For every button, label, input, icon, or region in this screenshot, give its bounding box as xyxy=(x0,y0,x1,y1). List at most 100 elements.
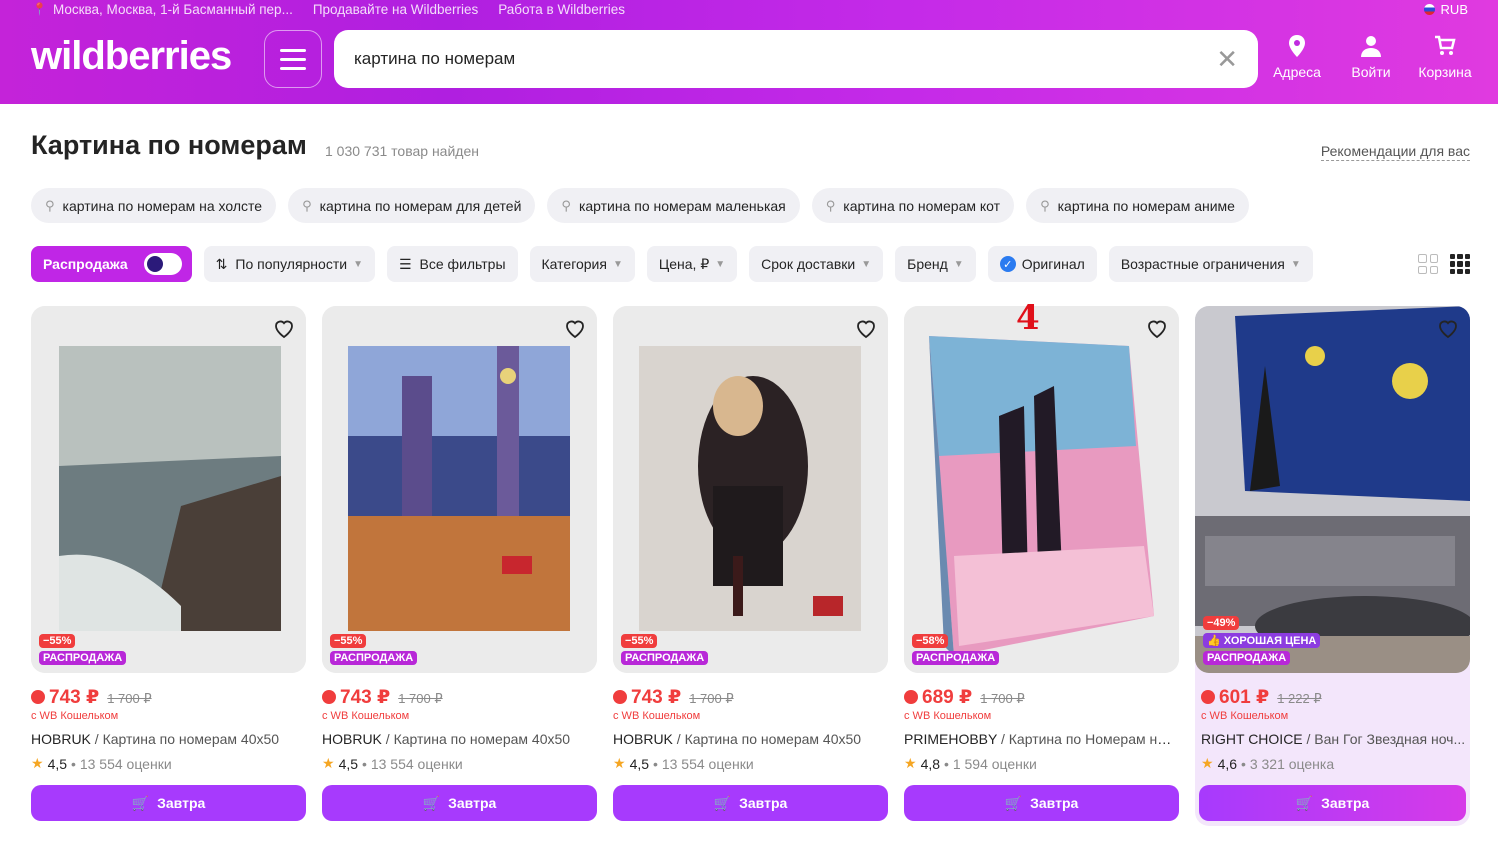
heart-icon[interactable] xyxy=(1436,316,1460,340)
addresses-label: Адреса xyxy=(1273,64,1321,80)
top-line: 📍 Москва, Москва, 1-й Басманный пер... П… xyxy=(32,0,645,18)
product-card[interactable]: −55% РАСПРОДАЖА 743 ₽ 1 700 ₽ с WB Кошель… xyxy=(613,306,888,826)
old-price: 1 222 ₽ xyxy=(1277,691,1322,706)
title: / Картина по номерам 40х50 xyxy=(381,731,571,747)
sort-icon: ⇅ xyxy=(215,255,228,272)
star-icon: ★ xyxy=(322,755,335,771)
sell-link[interactable]: Продавайте на Wildberries xyxy=(313,2,478,17)
chevron-down-icon: ▼ xyxy=(353,258,363,270)
badges: −49% 👍 ХОРОШАЯ ЦЕНА РАСПРОДАЖА xyxy=(1203,616,1321,665)
star-icon: ★ xyxy=(904,755,917,771)
search-icon: ⚲ xyxy=(825,197,836,213)
suggestion-chip[interactable]: ⚲ картина по номерам для детей xyxy=(288,188,536,223)
all-filters-button[interactable]: ☰ Все фильтры xyxy=(386,246,518,282)
rating-value: 4,5 xyxy=(629,755,650,772)
product-image[interactable]: −58% РАСПРОДАЖА xyxy=(904,306,1179,673)
discount-badge: −55% xyxy=(621,634,658,648)
star-icon: ★ xyxy=(31,755,44,771)
product-name[interactable]: HOBRUK / Картина по номерам 40х50 xyxy=(31,731,303,747)
header: 📍 Москва, Москва, 1-й Басманный пер... П… xyxy=(0,0,1498,104)
suggestion-chip[interactable]: ⚲ картина по номерам кот xyxy=(811,188,1015,223)
heart-icon[interactable] xyxy=(854,316,878,340)
price-filter[interactable]: Цена, ₽ ▼ xyxy=(646,246,738,282)
price: 743 ₽ xyxy=(49,687,100,708)
recommendations-sort[interactable]: Рекомендации для вас xyxy=(1320,143,1470,161)
product-name[interactable]: HOBRUK / Картина по номерам 40х50 xyxy=(613,731,885,747)
addresses-button[interactable]: Адреса xyxy=(1272,34,1322,80)
suggestion-chip[interactable]: ⚲ картина по номерам на холсте xyxy=(31,188,277,223)
logo[interactable]: wildberries xyxy=(31,34,232,78)
product-image[interactable]: −55% РАСПРОДАЖА xyxy=(613,306,888,673)
cart-button[interactable]: Корзина xyxy=(1418,34,1472,80)
price-row: 743 ₽ 1 700 ₽ xyxy=(322,686,443,709)
brand: HOBRUK xyxy=(613,731,673,747)
sale-badge: РАСПРОДАЖА xyxy=(39,651,127,665)
discount-badge: −55% xyxy=(39,634,76,648)
cart-icon: 🛒 xyxy=(131,794,150,811)
delivery-filter[interactable]: Срок доставки ▼ xyxy=(749,246,884,282)
chevron-down-icon: ▼ xyxy=(612,258,623,270)
badges: −55% РАСПРОДАЖА xyxy=(39,634,127,665)
rating: ★ 4,8 • 1 594 оценки xyxy=(904,755,1037,772)
product-name[interactable]: RIGHT CHOICE / Ван Гог Звездная ноч... xyxy=(1201,731,1473,747)
filter-bar: Распродажа ⇅ По популярности ▼ ☰ Все фильтр… xyxy=(31,246,1313,282)
rating-value: 4,6 xyxy=(1217,755,1238,772)
sale-toggle[interactable]: Распродажа xyxy=(31,246,192,282)
product-card[interactable]: −58% РАСПРОДАЖА 4 689 ₽ 1 700 ₽ с WB Коше… xyxy=(904,298,1179,826)
login-button[interactable]: Войти xyxy=(1346,34,1396,80)
cart-icon: 🛒 xyxy=(1004,794,1023,811)
rating: ★ 4,5 • 13 554 оценки xyxy=(613,755,754,772)
location-link[interactable]: Москва, Москва, 1-й Басманный пер... xyxy=(53,2,293,17)
category-filter[interactable]: Категория ▼ xyxy=(529,246,635,282)
brand-filter[interactable]: Бренд ▼ xyxy=(895,246,976,282)
price: 743 ₽ xyxy=(340,687,391,708)
wallet-note: с WB Кошельком xyxy=(322,710,410,722)
product-image[interactable]: −55% РАСПРОДАЖА xyxy=(31,306,306,673)
search-input[interactable] xyxy=(354,49,1217,69)
add-to-cart-button[interactable]: 🛒 Завтра xyxy=(322,785,597,821)
toggle-switch[interactable] xyxy=(143,253,182,275)
chevron-down-icon: ▼ xyxy=(1290,258,1301,270)
product-card[interactable]: −55% РАСПРОДАЖА 743 ₽ 1 700 ₽ с WB Кошель… xyxy=(31,306,306,826)
reviews-count: • 13 554 оценки xyxy=(71,755,172,772)
add-to-cart-button[interactable]: 🛒 Завтра xyxy=(1199,785,1466,821)
product-name[interactable]: PRIMEHOBBY / Картина по Номерам на ... xyxy=(904,731,1176,747)
reviews-count: • 13 554 оценки xyxy=(653,755,754,772)
original-filter[interactable]: ✓ Оригинал xyxy=(987,246,1097,282)
add-to-cart-button[interactable]: 🛒 Завтра xyxy=(613,785,888,821)
product-image[interactable]: −55% РАСПРОДАЖА xyxy=(322,306,597,673)
rating: ★ 4,5 • 13 554 оценки xyxy=(31,755,172,772)
sort-dropdown[interactable]: ⇅ По популярности ▼ xyxy=(203,246,375,282)
price-row: 601 ₽ 1 222 ₽ xyxy=(1201,686,1322,709)
russia-flag-icon xyxy=(1423,3,1435,15)
add-to-cart-button[interactable]: 🛒 Завтра xyxy=(904,785,1179,821)
discount-badge: −49% xyxy=(1203,616,1240,630)
heart-icon[interactable] xyxy=(272,316,296,340)
user-icon xyxy=(1361,36,1381,57)
old-price: 1 700 ₽ xyxy=(689,691,734,706)
heart-icon[interactable] xyxy=(563,316,587,340)
cart-label: Корзина xyxy=(1418,64,1472,80)
age-filter[interactable]: Возрастные ограничения ▼ xyxy=(1108,246,1313,282)
reviews-count: • 3 321 оценка xyxy=(1241,755,1335,772)
heart-icon[interactable] xyxy=(1145,316,1169,340)
menu-button[interactable] xyxy=(264,30,322,88)
suggestion-chip[interactable]: ⚲ картина по номерам маленькая xyxy=(547,188,800,223)
product-card[interactable]: −55% РАСПРОДАЖА 743 ₽ 1 700 ₽ с WB Кошель… xyxy=(322,306,597,826)
product-name[interactable]: HOBRUK / Картина по номерам 40х50 xyxy=(322,731,594,747)
view-switcher xyxy=(1418,254,1470,274)
clear-search-icon[interactable]: ✕ xyxy=(1216,46,1238,72)
search-icon: ⚲ xyxy=(561,197,571,213)
jobs-link[interactable]: Работа в Wildberries xyxy=(498,2,625,17)
discount-badge: −55% xyxy=(330,634,367,648)
page-title: Картина по номерам xyxy=(31,130,307,160)
title: / Картина по Номерам на ... xyxy=(997,731,1176,747)
add-to-cart-button[interactable]: 🛒 Завтра xyxy=(31,785,306,821)
currency-selector[interactable]: RUB xyxy=(1423,0,1468,18)
product-image[interactable]: −49% 👍 ХОРОШАЯ ЦЕНА РАСПРОДАЖА xyxy=(1195,306,1470,673)
suggestion-chip[interactable]: ⚲ картина по номерам аниме xyxy=(1026,188,1249,223)
product-card[interactable]: −49% 👍 ХОРОШАЯ ЦЕНА РАСПРОДАЖА 601 ₽ 1 22… xyxy=(1195,306,1470,826)
pin-icon xyxy=(1289,35,1305,57)
large-grid-icon[interactable] xyxy=(1418,254,1438,274)
small-grid-icon[interactable] xyxy=(1450,254,1470,274)
